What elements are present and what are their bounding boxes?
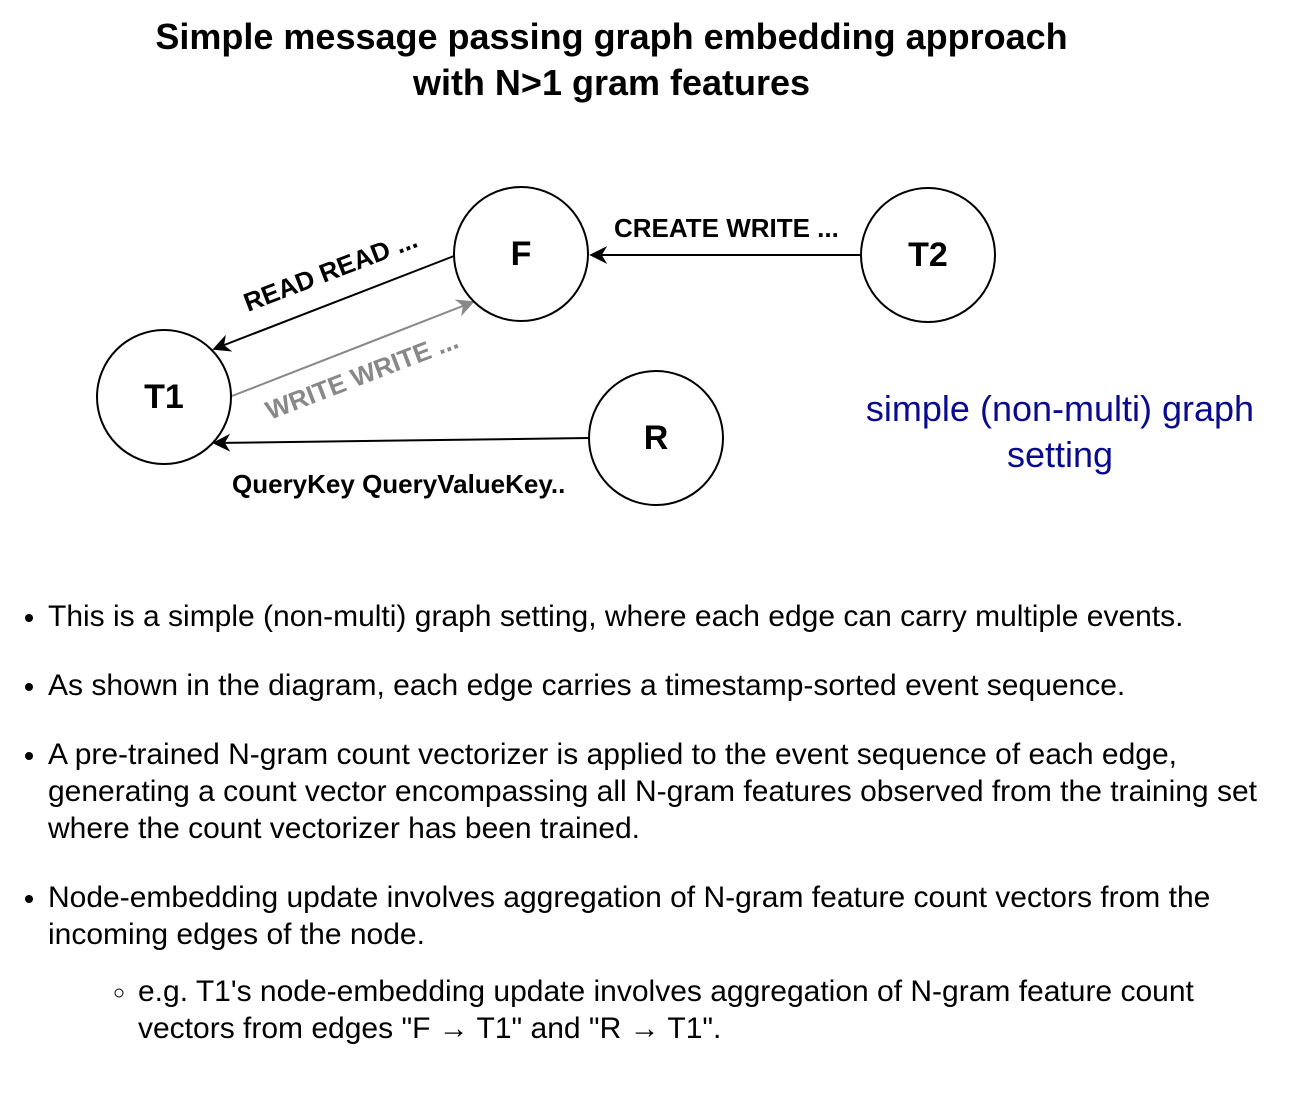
node-t1: T1 — [96, 329, 232, 465]
side-note-line-2: setting — [1006, 434, 1114, 475]
sub-bullet-item: e.g. T1's node-embedding update involves… — [138, 973, 1263, 1047]
bullet-item: A pre-trained N-gram count vectorizer is… — [48, 736, 1293, 847]
edge-label-t1-to-f: WRITE WRITE ... — [261, 325, 462, 426]
edge-r-to-t1 — [212, 433, 590, 452]
bullet-item: Node-embedding update involves aggregati… — [48, 879, 1293, 1047]
sub-bullet-list: e.g. T1's node-embedding update involves… — [48, 973, 1263, 1047]
node-r: R — [588, 370, 724, 506]
node-label-t2: T2 — [908, 236, 948, 274]
edge-label-r-to-t1: QueryKey QueryValueKey.. — [232, 469, 565, 499]
side-note-line-1: simple (non-multi) graph — [865, 388, 1255, 429]
node-t2: T2 — [860, 187, 996, 323]
bullet-item: As shown in the diagram, each edge carri… — [48, 667, 1293, 704]
bullet-list: This is a simple (non-multi) graph setti… — [0, 598, 1293, 1079]
node-label-t1: T1 — [144, 378, 184, 416]
node-label-f: F — [511, 235, 532, 273]
bullet-item: This is a simple (non-multi) graph setti… — [48, 598, 1293, 635]
edge-label-t2-to-f: CREATE WRITE ... — [614, 213, 839, 243]
graph-setting-note: simple (non-multi) graph setting — [830, 386, 1290, 478]
node-label-r: R — [644, 419, 669, 457]
node-f: F — [453, 186, 589, 322]
bullet-text: Node-embedding update involves aggregati… — [48, 881, 1211, 951]
